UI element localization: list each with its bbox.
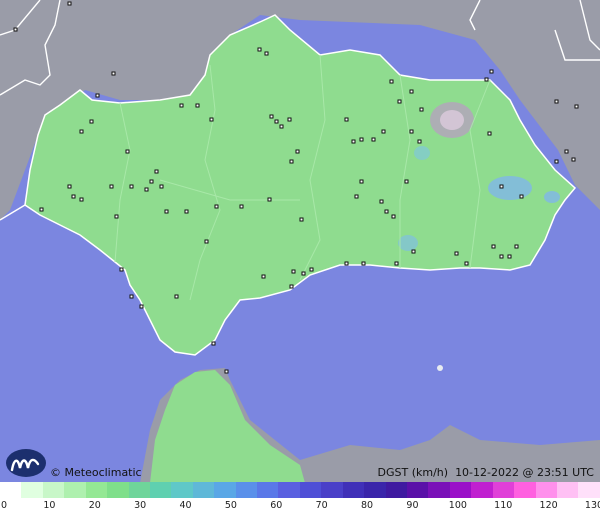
scale-swatch bbox=[578, 482, 600, 498]
scale-swatch bbox=[214, 482, 236, 498]
scale-tick-label: 130 bbox=[584, 500, 600, 511]
scale-tick-label: 90 bbox=[406, 500, 419, 511]
scale-swatch bbox=[192, 482, 215, 498]
scale-tick-label: 60 bbox=[270, 500, 283, 511]
scale-swatch bbox=[299, 482, 322, 498]
brand-credit: © Meteoclimatic bbox=[50, 466, 142, 479]
datetime-label: 10-12-2022 @ 23:51 UTC bbox=[455, 466, 594, 479]
color-scale-bar bbox=[0, 482, 600, 498]
scale-tick-label: 50 bbox=[224, 500, 237, 511]
scale-swatch bbox=[556, 482, 579, 498]
scale-swatch bbox=[471, 482, 493, 498]
scale-tick-label: 70 bbox=[315, 500, 328, 511]
scale-swatch bbox=[492, 482, 515, 498]
color-scale: 0 10 20 30 40 50 60 70 80 90 100 110 120 130 bbox=[0, 482, 600, 517]
scale-swatch bbox=[449, 482, 472, 498]
scale-swatch bbox=[342, 482, 365, 498]
map-info: DGST (km/h) 10-12-2022 @ 23:51 UTC bbox=[378, 466, 594, 479]
scale-swatch bbox=[85, 482, 108, 498]
wind-gust-map bbox=[0, 0, 600, 483]
scale-tick-label: 30 bbox=[134, 500, 147, 511]
scale-swatch bbox=[149, 482, 172, 498]
scale-tick-label: 120 bbox=[539, 500, 558, 511]
scale-swatch bbox=[21, 482, 43, 498]
scale-swatch bbox=[235, 482, 258, 498]
scale-tick-label: 80 bbox=[361, 500, 374, 511]
scale-swatch bbox=[535, 482, 557, 498]
scale-tick-label: 40 bbox=[179, 500, 192, 511]
scale-swatch bbox=[364, 482, 386, 498]
scale-swatch bbox=[0, 482, 22, 498]
scale-swatch bbox=[321, 482, 343, 498]
variable-label: DGST (km/h) bbox=[377, 466, 449, 479]
scale-swatch bbox=[64, 482, 86, 498]
scale-swatch bbox=[514, 482, 536, 498]
scale-swatch bbox=[385, 482, 408, 498]
scale-swatch bbox=[171, 482, 193, 498]
scale-swatch bbox=[257, 482, 279, 498]
scale-tick-label: 100 bbox=[448, 500, 467, 511]
scale-swatch bbox=[407, 482, 429, 498]
scale-tick-label: 20 bbox=[88, 500, 101, 511]
scale-swatch bbox=[278, 482, 300, 498]
scale-swatch bbox=[128, 482, 150, 498]
meteoclimatic-logo bbox=[6, 449, 46, 477]
scale-tick-label: 10 bbox=[43, 500, 56, 511]
scale-tick-label: 110 bbox=[494, 500, 513, 511]
scale-swatch bbox=[42, 482, 65, 498]
scale-swatch bbox=[107, 482, 129, 498]
scale-swatch bbox=[428, 482, 450, 498]
scale-tick-label: 0 bbox=[0, 500, 8, 511]
